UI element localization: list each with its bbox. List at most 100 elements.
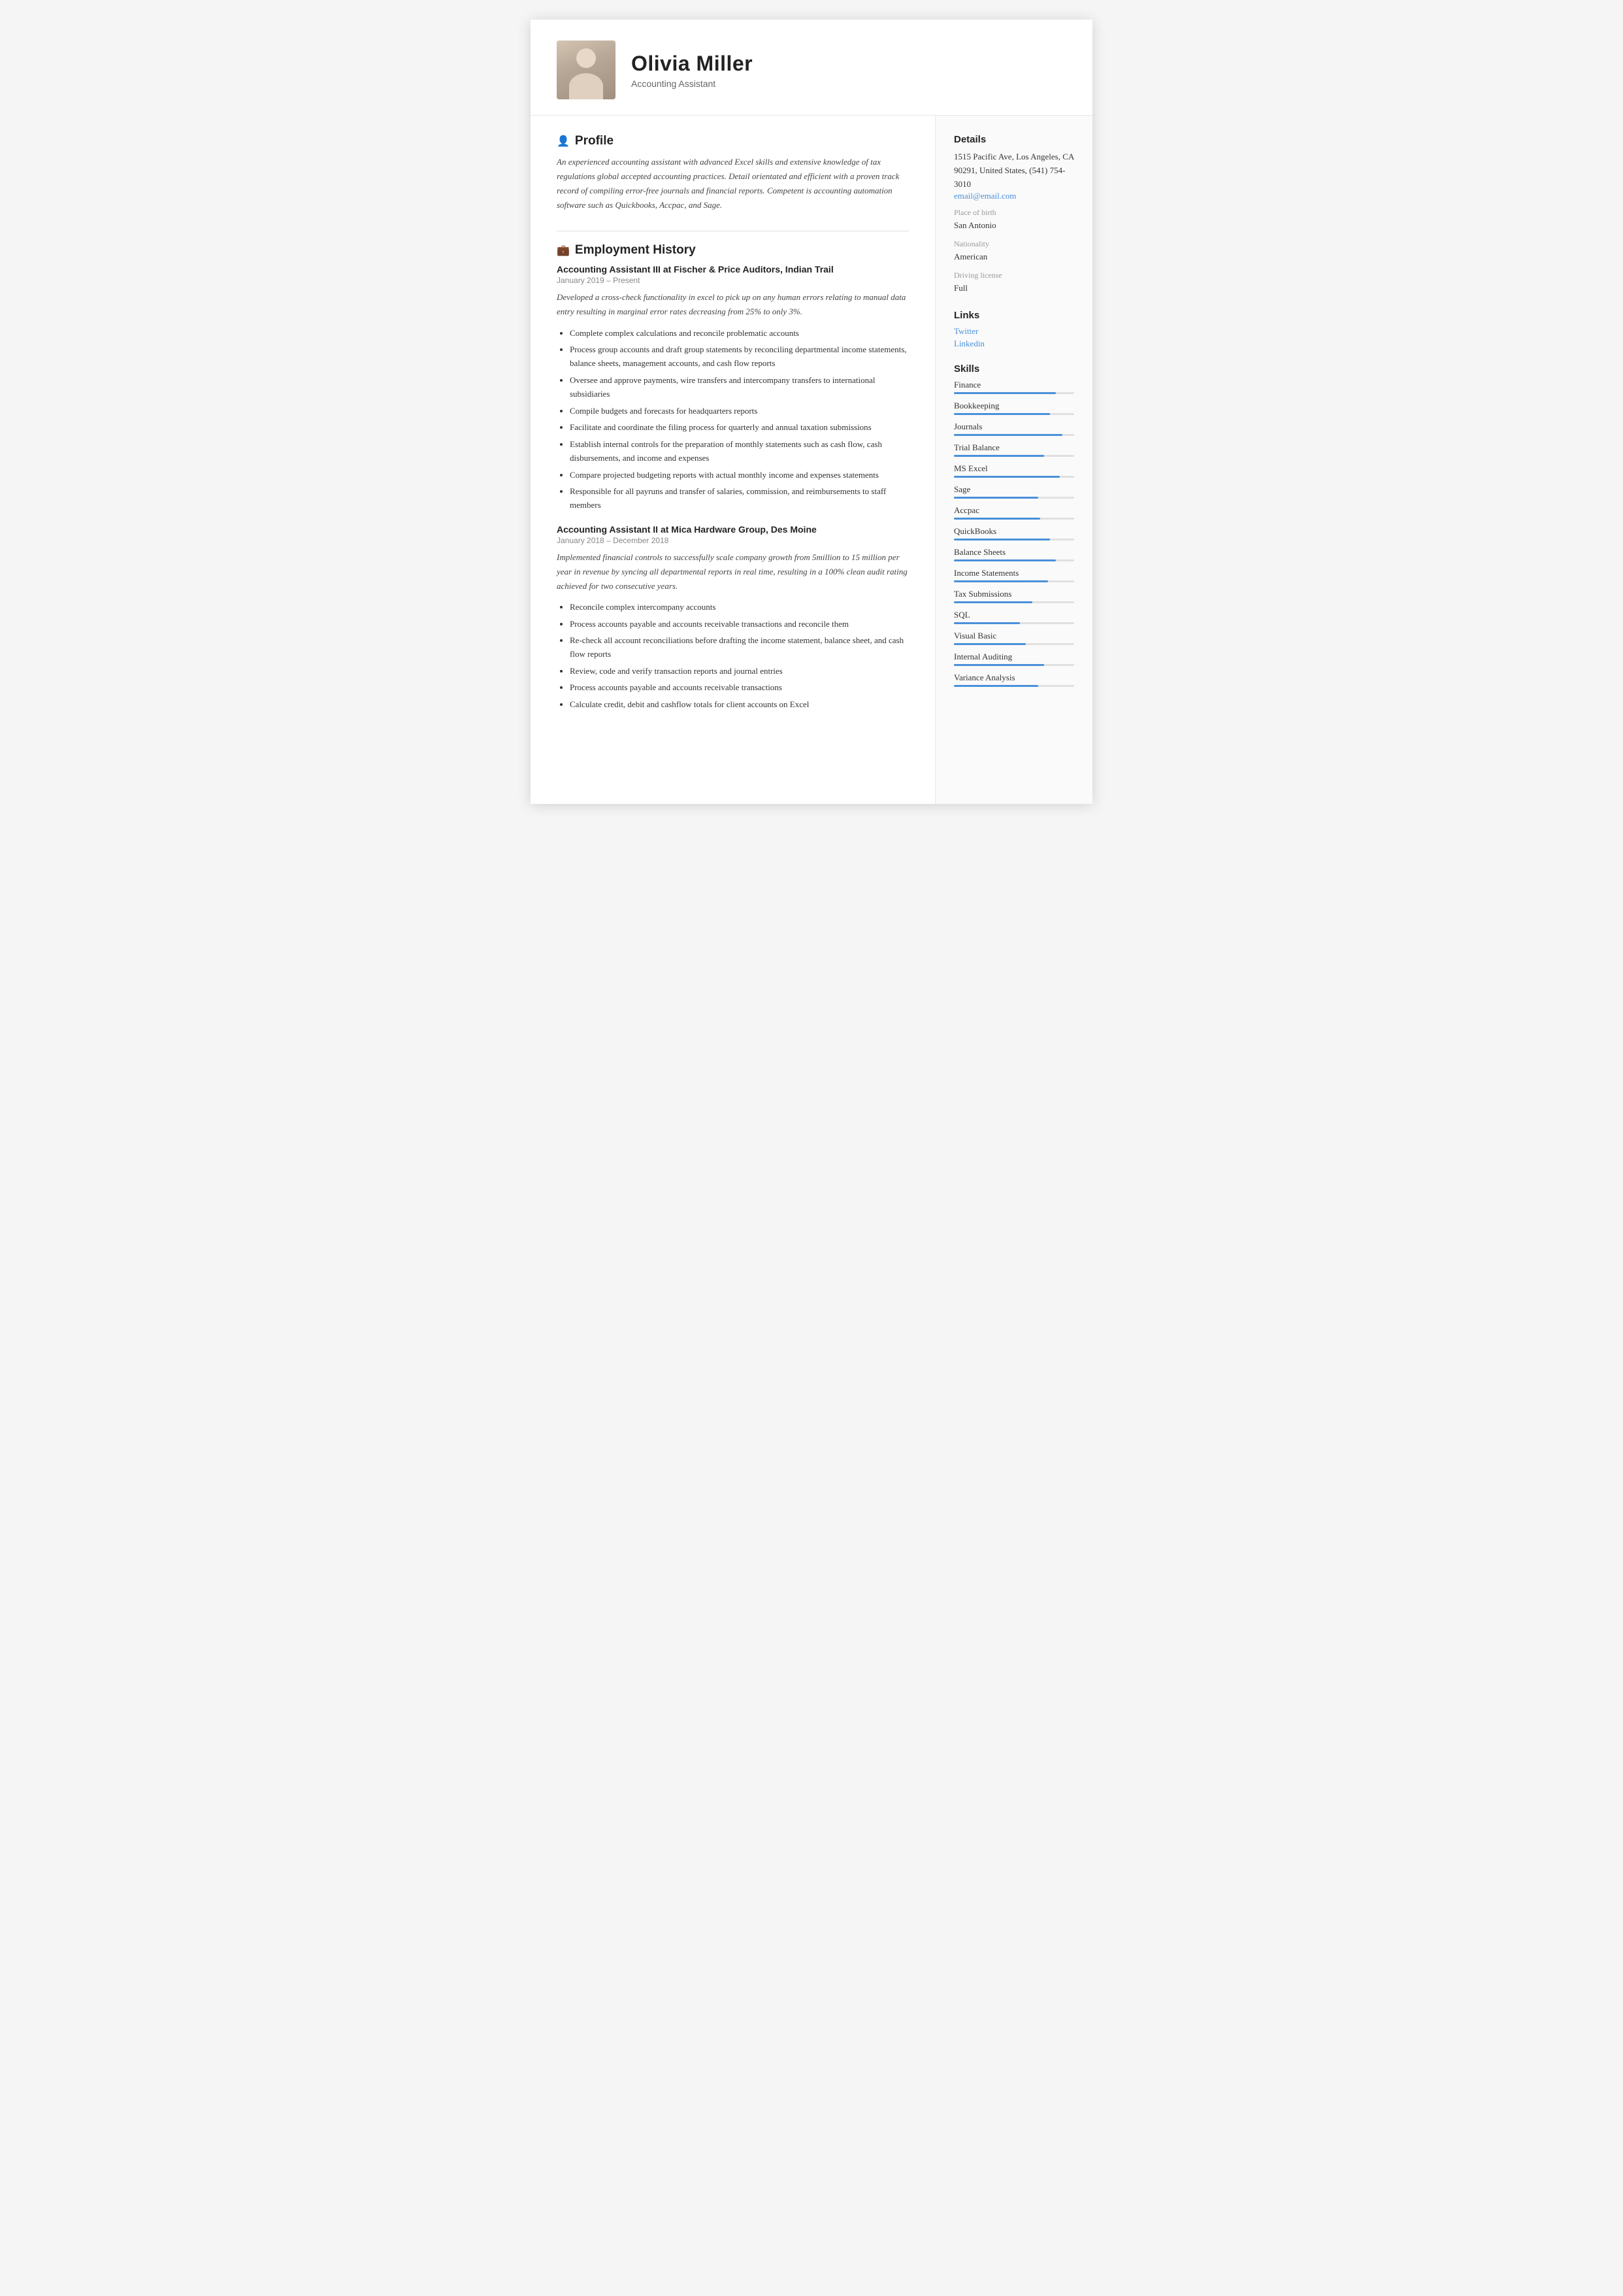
- skill-bar-fill: [954, 539, 1050, 541]
- detail-address: 1515 Pacific Ave, Los Angeles, CA 90291,…: [954, 150, 1074, 191]
- avatar: [557, 41, 615, 99]
- skill-item: Sage: [954, 484, 1074, 499]
- list-item: Re-check all account reconciliations bef…: [570, 633, 909, 661]
- skill-name: Income Statements: [954, 568, 1074, 578]
- skill-name: MS Excel: [954, 463, 1074, 474]
- skill-bar-bg: [954, 601, 1074, 603]
- detail-email[interactable]: email@email.com: [954, 191, 1074, 201]
- job-bullets-2: Reconcile complex intercompany accounts …: [557, 600, 909, 711]
- skill-item: Trial Balance: [954, 442, 1074, 457]
- job-bullets-1: Complete complex calculations and reconc…: [557, 326, 909, 512]
- skill-bar-bg: [954, 497, 1074, 499]
- skill-item: Variance Analysis: [954, 673, 1074, 687]
- job-block-1: Accounting Assistant III at Fischer & Pr…: [557, 264, 909, 512]
- main-content: 👤 Profile An experienced accounting assi…: [531, 116, 1092, 804]
- candidate-title: Accounting Assistant: [631, 78, 1066, 89]
- skill-bar-fill: [954, 392, 1056, 394]
- list-item: Establish internal controls for the prep…: [570, 437, 909, 465]
- skill-name: Finance: [954, 380, 1074, 390]
- skill-name: Internal Auditing: [954, 652, 1074, 662]
- skill-item: SQL: [954, 610, 1074, 624]
- link-linkedin[interactable]: Linkedin: [954, 339, 1074, 349]
- skill-name: SQL: [954, 610, 1074, 620]
- list-item: Compile budgets and forecasts for headqu…: [570, 404, 909, 418]
- list-item: Process accounts payable and accounts re…: [570, 617, 909, 631]
- job-summary-2: Implemented financial controls to succes…: [557, 550, 909, 593]
- skill-item: Internal Auditing: [954, 652, 1074, 666]
- skill-bar-fill: [954, 559, 1056, 561]
- skill-item: Visual Basic: [954, 631, 1074, 645]
- skill-bar-bg: [954, 685, 1074, 687]
- skill-item: Bookkeeping: [954, 401, 1074, 415]
- header-section: Olivia Miller Accounting Assistant: [531, 20, 1092, 116]
- skill-item: Accpac: [954, 505, 1074, 520]
- left-column: 👤 Profile An experienced accounting assi…: [531, 116, 936, 804]
- list-item: Process group accounts and draft group s…: [570, 342, 909, 371]
- profile-section-title: 👤 Profile: [557, 134, 909, 148]
- skills-section-title: Skills: [954, 363, 1074, 374]
- employment-section-title: 💼 Employment History: [557, 243, 909, 258]
- employment-section: 💼 Employment History Accounting Assistan…: [557, 243, 909, 711]
- skill-bar-fill: [954, 643, 1026, 645]
- skill-bar-bg: [954, 455, 1074, 457]
- skill-bar-bg: [954, 664, 1074, 666]
- skill-bar-bg: [954, 539, 1074, 541]
- skill-item: Tax Submissions: [954, 589, 1074, 603]
- skill-bar-fill: [954, 518, 1040, 520]
- list-item: Compare projected budgeting reports with…: [570, 468, 909, 482]
- skill-bar-bg: [954, 413, 1074, 415]
- skill-name: Tax Submissions: [954, 589, 1074, 599]
- skill-bar-bg: [954, 580, 1074, 582]
- job-title-1: Accounting Assistant III at Fischer & Pr…: [557, 264, 909, 275]
- list-item: Calculate credit, debit and cashflow tot…: [570, 697, 909, 711]
- list-item: Facilitate and coordinate the filing pro…: [570, 420, 909, 434]
- skill-item: QuickBooks: [954, 526, 1074, 541]
- skill-bar-fill: [954, 664, 1044, 666]
- place-of-birth-value: San Antonio: [954, 219, 1074, 233]
- link-twitter[interactable]: Twitter: [954, 326, 1074, 337]
- skill-bar-bg: [954, 643, 1074, 645]
- job-dates-2: January 2018 – December 2018: [557, 536, 909, 545]
- resume-container: Olivia Miller Accounting Assistant 👤 Pro…: [531, 20, 1092, 804]
- job-block-2: Accounting Assistant II at Mica Hardware…: [557, 524, 909, 711]
- profile-text: An experienced accounting assistant with…: [557, 155, 909, 212]
- skill-name: Accpac: [954, 505, 1074, 516]
- skill-bar-fill: [954, 622, 1020, 624]
- skill-item: MS Excel: [954, 463, 1074, 478]
- skill-bar-fill: [954, 434, 1062, 436]
- skill-name: Bookkeeping: [954, 401, 1074, 411]
- skills-section: Skills Finance Bookkeeping Journals Tria…: [954, 363, 1074, 687]
- skill-bar-bg: [954, 476, 1074, 478]
- skill-bar-fill: [954, 455, 1044, 457]
- skill-bar-fill: [954, 580, 1048, 582]
- details-section-title: Details: [954, 134, 1074, 145]
- nationality-value: American: [954, 250, 1074, 264]
- skill-name: Trial Balance: [954, 442, 1074, 453]
- job-title-2: Accounting Assistant II at Mica Hardware…: [557, 524, 909, 535]
- nationality-label: Nationality: [954, 239, 1074, 249]
- skill-name: Visual Basic: [954, 631, 1074, 641]
- skill-bar-fill: [954, 601, 1032, 603]
- place-of-birth-label: Place of birth: [954, 208, 1074, 218]
- links-section-title: Links: [954, 310, 1074, 321]
- skill-bar-bg: [954, 518, 1074, 520]
- skill-bar-fill: [954, 685, 1038, 687]
- list-item: Responsible for all payruns and transfer…: [570, 484, 909, 512]
- candidate-name: Olivia Miller: [631, 52, 1066, 76]
- skill-name: Sage: [954, 484, 1074, 495]
- skill-bar-bg: [954, 559, 1074, 561]
- job-summary-1: Developed a cross-check functionality in…: [557, 290, 909, 319]
- skill-bar-fill: [954, 497, 1038, 499]
- job-dates-1: January 2019 – Present: [557, 276, 909, 285]
- skill-name: Journals: [954, 422, 1074, 432]
- employment-icon: 💼: [557, 244, 570, 257]
- list-item: Process accounts payable and accounts re…: [570, 680, 909, 694]
- driving-license-label: Driving license: [954, 271, 1074, 280]
- skill-bar-bg: [954, 392, 1074, 394]
- details-section: Details 1515 Pacific Ave, Los Angeles, C…: [954, 134, 1074, 295]
- right-column: Details 1515 Pacific Ave, Los Angeles, C…: [936, 116, 1092, 804]
- links-section: Links Twitter Linkedin: [954, 310, 1074, 349]
- list-item: Reconcile complex intercompany accounts: [570, 600, 909, 614]
- header-info: Olivia Miller Accounting Assistant: [631, 52, 1066, 89]
- skill-item: Finance: [954, 380, 1074, 394]
